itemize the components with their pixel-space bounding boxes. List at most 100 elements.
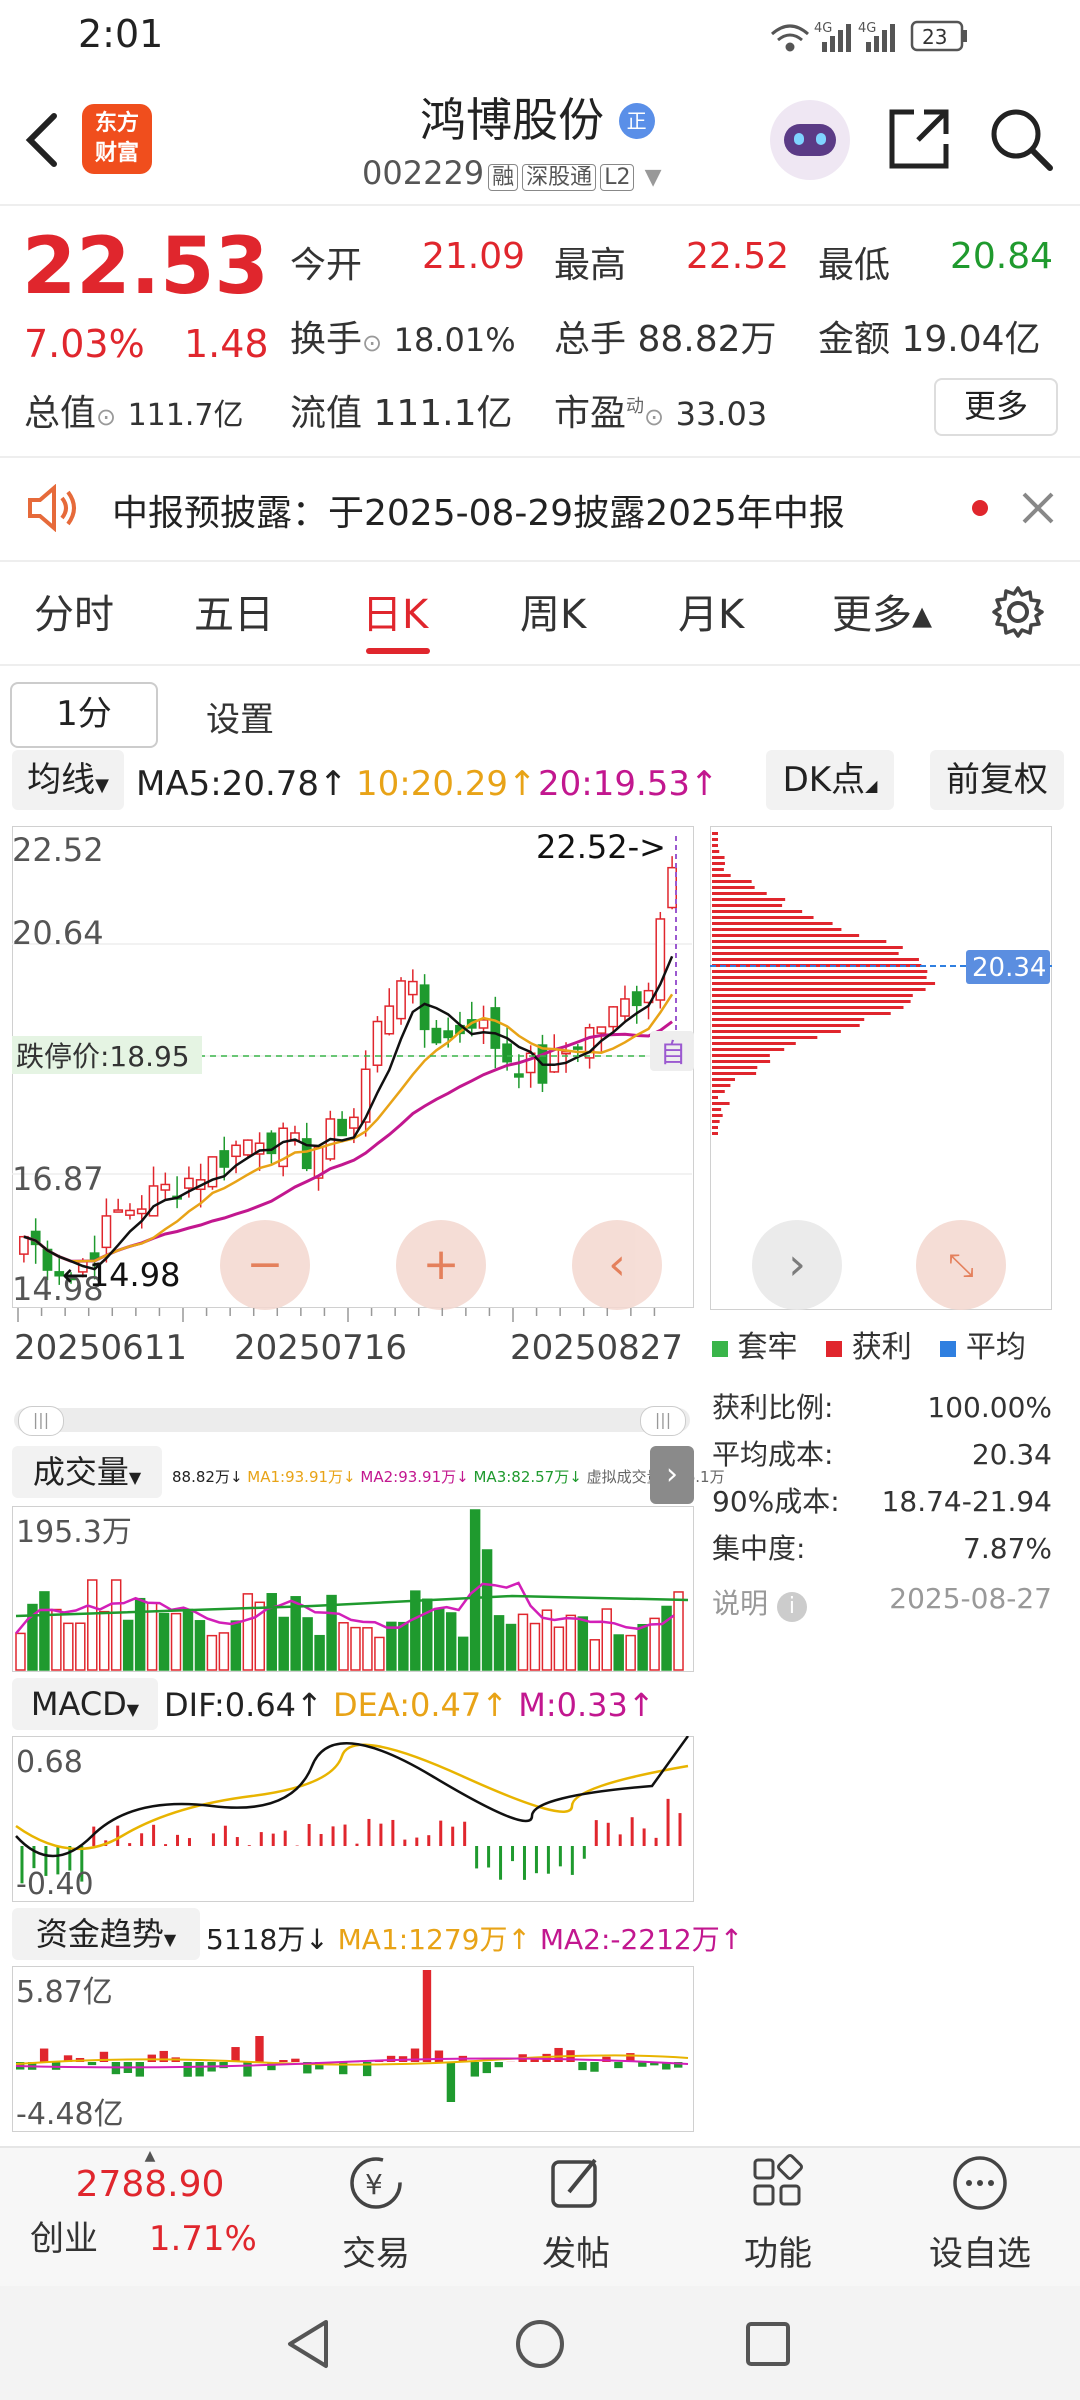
ma-selector[interactable]: 均线▼ xyxy=(12,750,124,810)
tag-margin: 融 xyxy=(488,164,519,191)
index-name: 创业 xyxy=(30,2219,98,2259)
nav-add-watchlist[interactable]: 设自选 xyxy=(920,2150,1040,2275)
back-icon[interactable] xyxy=(22,110,62,170)
pe-value: 33.03 xyxy=(675,395,768,433)
volume-ma3: MA3:82.57万↓ xyxy=(473,1468,582,1486)
notice-text[interactable]: 中报预披露：于2025-08-29披露2025年中报 xyxy=(112,484,845,536)
stock-code-row[interactable]: 002229 融深股通 L2 ▼ xyxy=(362,154,662,192)
fund-top-label: 5.87亿 xyxy=(16,1975,113,2010)
one-minute-button[interactable]: 1分 xyxy=(10,682,158,748)
tab-intraday[interactable]: 分时 xyxy=(34,582,114,640)
volume-ma2: MA2:93.91万↓ xyxy=(360,1468,469,1486)
macd-m: M:0.33↑ xyxy=(518,1686,655,1724)
fund-trend-selector[interactable]: 资金趋势▼ xyxy=(12,1908,200,1960)
fund-trend-chart[interactable]: 5.87亿 -4.48亿 xyxy=(12,1966,694,2132)
volume-ma1: MA1:93.91万↓ xyxy=(247,1468,356,1486)
nav-post[interactable]: 发帖 xyxy=(516,2150,636,2275)
index-percent: 1.71% xyxy=(148,2219,257,2259)
tab-more[interactable]: 更多▴ xyxy=(832,582,932,640)
fund-current: 5118万↓ xyxy=(206,1923,329,1956)
tag-connect: 深股通 xyxy=(522,164,597,191)
date-ticks xyxy=(17,1308,656,1322)
speaker-icon xyxy=(28,484,76,532)
caret-down-icon: ▼ xyxy=(128,1468,142,1487)
high-label: 最高 xyxy=(554,245,627,286)
scroll-left-button[interactable]: ‹ xyxy=(572,1220,662,1310)
tab-daily-k[interactable]: 日K xyxy=(362,582,428,640)
edit-icon xyxy=(551,2158,597,2208)
legend-average-swatch xyxy=(940,1341,957,1357)
stat-concentration: 集中度: 7.87% xyxy=(712,1532,1052,1565)
macd-bars xyxy=(20,1798,682,1884)
range-handle-right[interactable]: ||| xyxy=(640,1406,686,1436)
nav-functions[interactable]: 功能 xyxy=(718,2150,838,2275)
gear-icon[interactable] xyxy=(990,584,1046,640)
legend-profit: 获利 xyxy=(851,1330,912,1365)
info-icon[interactable]: i xyxy=(776,1592,807,1622)
pe-sup: 动 xyxy=(626,396,645,417)
change-percent: 7.03% xyxy=(24,322,145,366)
tab-five-day[interactable]: 五日 xyxy=(194,582,274,640)
market-cap-row: 总值⊙ 111.7亿 xyxy=(24,384,243,436)
net-label-1: 4G xyxy=(814,21,832,36)
legend-trapped-swatch xyxy=(712,1341,728,1357)
chip-next-button[interactable]: › xyxy=(752,1220,842,1310)
turnover-info-icon[interactable]: ⊙ xyxy=(362,329,382,357)
index-ticker[interactable]: ▲ 2788.90 创业 1.71% xyxy=(30,2148,270,2260)
range-scrollbar[interactable] xyxy=(14,1408,690,1432)
pe-label: 市盈 xyxy=(554,393,627,434)
expand-icon[interactable]: ⤡ xyxy=(916,1220,1006,1310)
low-label: 最低 xyxy=(818,245,891,286)
nav-trade[interactable]: ¥ 交易 xyxy=(316,2150,436,2275)
y-label-top: 22.52 xyxy=(12,831,104,869)
legend-trapped: 套牢 xyxy=(737,1330,798,1365)
app-logo[interactable]: 东方 财富 xyxy=(82,104,152,174)
float-row: 流值 111.1亿 xyxy=(290,384,513,436)
volume-chart[interactable]: 195.3万 xyxy=(12,1506,694,1672)
share-icon[interactable] xyxy=(884,104,954,174)
date-label-2: 20250716 xyxy=(234,1328,408,1368)
active-tab-indicator xyxy=(366,648,430,654)
chip-note-row[interactable]: 说明 i 2025-08-27 xyxy=(712,1582,1052,1622)
chip-bars xyxy=(712,832,936,1135)
mktcap-label: 总值 xyxy=(24,393,97,434)
ma20-value: 20:19.53↑ xyxy=(538,764,719,804)
y-label-2: 20.64 xyxy=(12,914,104,952)
fuquan-button[interactable]: 前复权 xyxy=(930,750,1064,810)
zoom-out-button[interactable]: − xyxy=(220,1220,310,1310)
zoom-in-button[interactable]: + xyxy=(396,1220,486,1310)
more-quote-button[interactable]: 更多 xyxy=(934,378,1058,436)
battery-level: 23 xyxy=(922,25,947,49)
system-recents-icon[interactable] xyxy=(740,2316,796,2372)
nav-functions-label: 功能 xyxy=(744,2234,812,2274)
range-handle-left[interactable]: ||| xyxy=(18,1406,64,1436)
tab-monthly-k[interactable]: 月K xyxy=(678,582,744,640)
fund-ma1: MA1:1279万↑ xyxy=(337,1923,531,1956)
tag-l2: L2 xyxy=(600,164,635,191)
macd-values: DIF:0.64↑ DEA:0.47↑ M:0.33↑ xyxy=(164,1686,655,1724)
kline-settings-link[interactable]: 设置 xyxy=(206,692,274,741)
search-icon[interactable] xyxy=(986,104,1056,174)
system-home-icon[interactable] xyxy=(512,2316,568,2372)
avatar-robot-icon[interactable] xyxy=(770,100,850,180)
close-icon[interactable] xyxy=(1020,490,1056,526)
macd-chart[interactable]: 0.68 -0.40 xyxy=(12,1736,694,1902)
avg-cost-label: 20.34 xyxy=(972,953,1046,983)
system-back-icon[interactable] xyxy=(280,2316,336,2372)
stock-name-row[interactable]: 鸿博股份 正 xyxy=(420,84,655,150)
fund-values: 5118万↓ MA1:1279万↑ MA2:-2212万↑ xyxy=(206,1918,743,1958)
pe-info-icon[interactable]: ⊙ xyxy=(644,403,664,431)
panel-expand-icon[interactable]: › xyxy=(650,1446,694,1504)
limit-down-label: 跌停价:18.95 xyxy=(16,1040,190,1073)
stock-name: 鸿博股份 xyxy=(420,93,604,147)
index-value: 2788.90 xyxy=(75,2164,225,2205)
info-dots-icon[interactable]: ⊙ xyxy=(96,403,116,431)
fund-bars xyxy=(16,1970,683,2102)
tab-weekly-k[interactable]: 周K xyxy=(520,582,586,640)
stock-code: 002229 xyxy=(362,154,485,192)
volume-selector[interactable]: 成交量▼ xyxy=(12,1446,162,1498)
dk-point-button[interactable]: DK点◢ xyxy=(766,750,894,810)
macd-dea: DEA:0.47↑ xyxy=(333,1686,509,1724)
macd-selector[interactable]: MACD▼ xyxy=(12,1678,158,1730)
dk-label: DK点 xyxy=(782,760,866,800)
